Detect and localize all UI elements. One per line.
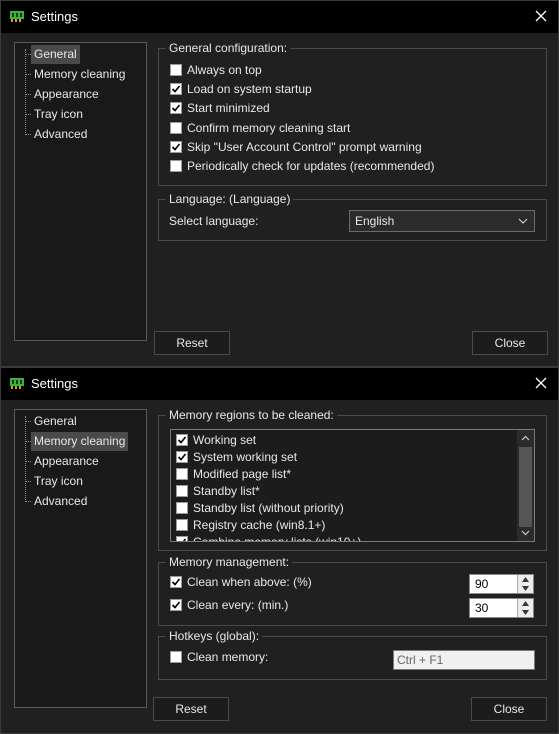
nav-item-appearance[interactable]: Appearance [31, 452, 102, 471]
checkbox[interactable] [170, 141, 182, 153]
language-select-value: English [355, 214, 395, 228]
checkbox[interactable] [176, 485, 188, 497]
check-icon [177, 453, 187, 461]
spinner-value[interactable]: 90 [475, 577, 488, 591]
clean-every-spinner[interactable]: 30 [469, 598, 534, 618]
select-language-label: Select language: [169, 214, 259, 228]
check-icon [182, 538, 187, 541]
nav-item-advanced[interactable]: Advanced [31, 125, 90, 144]
memory-regions-list[interactable]: Working set System working set Modified … [170, 429, 535, 542]
check-icon [171, 85, 181, 93]
settings-window-memory-cleaning: Settings General Memory cleaning Appeara… [0, 367, 559, 734]
group-label: Language: (Language) [166, 192, 294, 206]
spin-up-icon[interactable] [522, 577, 529, 582]
checkbox[interactable] [176, 536, 188, 541]
group-label: Memory management: [166, 555, 293, 569]
check-icon [171, 104, 181, 112]
scroll-down-icon[interactable] [521, 528, 530, 537]
check-icon [171, 578, 181, 586]
checkbox[interactable] [176, 434, 188, 446]
close-button[interactable]: Close [472, 331, 548, 355]
chevron-down-icon [518, 218, 528, 224]
checkbox[interactable] [176, 468, 188, 480]
checkbox[interactable] [176, 502, 188, 514]
scrollbar-thumb[interactable] [519, 447, 532, 527]
checkbox[interactable] [170, 102, 182, 114]
spinner-buttons[interactable] [517, 599, 533, 617]
check-icon [171, 601, 181, 609]
checkbox[interactable] [170, 83, 182, 95]
spin-down-icon[interactable] [522, 586, 529, 591]
reset-button[interactable]: Reset [154, 331, 230, 355]
checkbox[interactable] [170, 599, 182, 611]
checkbox[interactable] [170, 64, 182, 76]
checkbox[interactable] [170, 160, 182, 172]
window-title: Settings [31, 376, 78, 391]
hotkey-input[interactable]: Ctrl + F1 [393, 650, 535, 670]
check-icon [177, 436, 187, 444]
nav-item-tray-icon[interactable]: Tray icon [31, 105, 86, 124]
spinner-buttons[interactable] [517, 575, 533, 593]
close-icon[interactable] [532, 374, 550, 392]
title-bar: Settings [1, 368, 558, 400]
spin-down-icon[interactable] [522, 610, 529, 615]
spin-up-icon[interactable] [522, 601, 529, 606]
settings-nav-tree: General Memory cleaning Appearance Tray … [14, 409, 147, 708]
app-icon [10, 11, 24, 22]
checkbox[interactable] [170, 576, 182, 588]
app-icon [10, 378, 24, 389]
group-label: Memory regions to be cleaned: [166, 408, 337, 422]
settings-nav-tree: General Memory cleaning Appearance Tray … [14, 42, 147, 341]
scroll-up-icon[interactable] [521, 434, 530, 443]
group-label: Hotkeys (global): [166, 629, 263, 643]
close-icon[interactable] [532, 7, 550, 25]
nav-item-memory-cleaning[interactable]: Memory cleaning [31, 432, 129, 451]
group-label: General configuration: [166, 41, 291, 55]
reset-button[interactable]: Reset [153, 697, 229, 721]
checkbox[interactable] [170, 651, 182, 663]
checkbox[interactable] [170, 122, 182, 134]
nav-item-advanced[interactable]: Advanced [31, 492, 90, 511]
checkbox[interactable] [176, 519, 188, 531]
list-scrollbar[interactable] [517, 430, 534, 541]
nav-item-memory-cleaning[interactable]: Memory cleaning [31, 65, 128, 84]
settings-window-general: Settings General Memory cleaning Appeara… [0, 0, 559, 367]
language-select[interactable]: English [349, 210, 535, 232]
check-icon [171, 143, 181, 151]
nav-item-appearance[interactable]: Appearance [31, 85, 102, 104]
close-button[interactable]: Close [471, 697, 547, 721]
checkbox[interactable] [176, 451, 188, 463]
nav-item-general[interactable]: General [31, 45, 80, 64]
clean-above-spinner[interactable]: 90 [469, 574, 534, 594]
nav-item-tray-icon[interactable]: Tray icon [31, 472, 86, 491]
nav-item-general[interactable]: General [31, 412, 80, 431]
title-bar: Settings [1, 1, 558, 33]
spinner-value[interactable]: 30 [475, 601, 488, 615]
window-title: Settings [31, 9, 78, 24]
